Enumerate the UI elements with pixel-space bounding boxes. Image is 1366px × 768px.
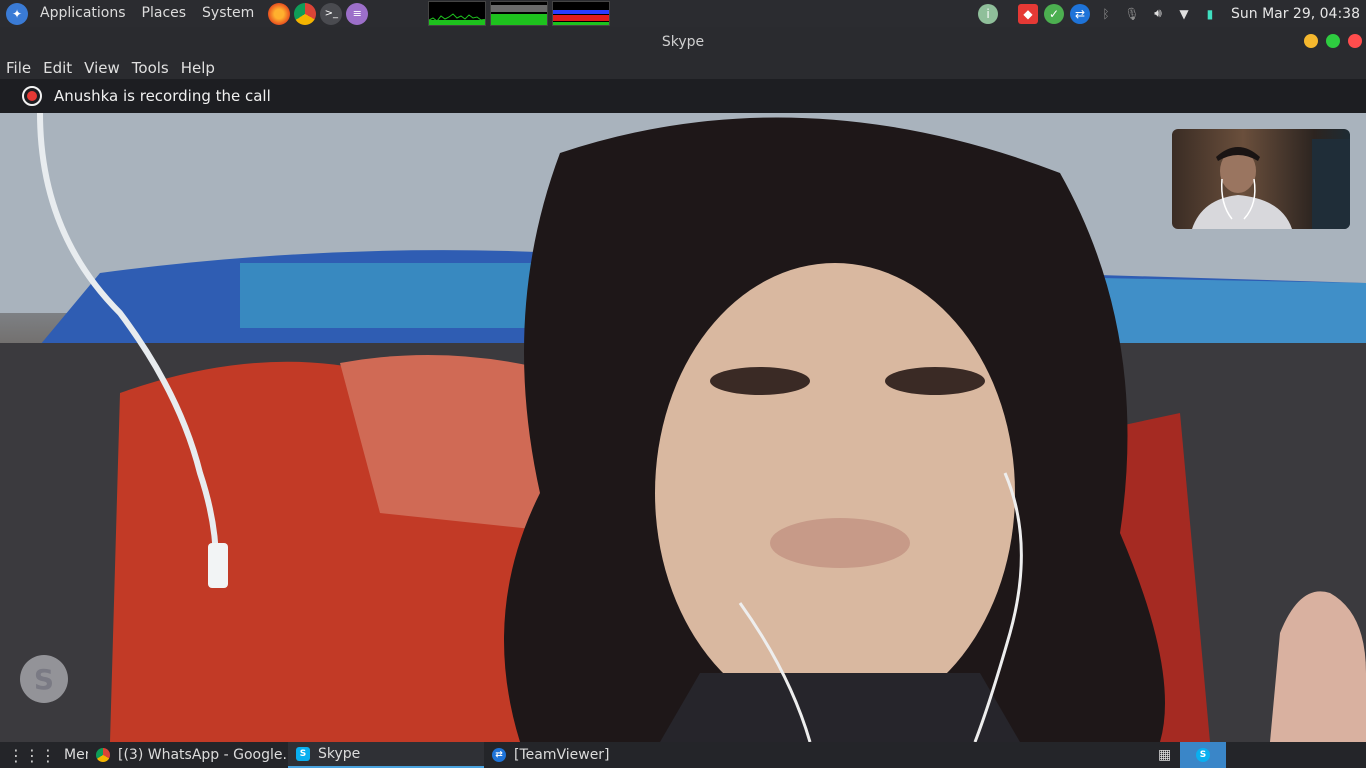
task-whatsapp[interactable]: [(3) WhatsApp - Google... [88,742,288,768]
teamviewer-icon: ⇄ [492,748,506,762]
bluetooth-icon[interactable]: ᛒ [1096,4,1116,24]
app-grid-icon: ⋮⋮⋮ [8,745,56,765]
menu-applications[interactable]: Applications [32,0,134,27]
memory-monitor [490,1,548,26]
terminal-icon[interactable]: >_ [320,2,343,25]
tray-skype-button[interactable]: S [1180,742,1226,768]
network-monitor [552,1,610,26]
menu-help[interactable]: Help [175,59,221,77]
menu-places[interactable]: Places [134,0,195,27]
updates-icon[interactable]: i [977,3,998,24]
task-teamviewer[interactable]: ⇄ [TeamViewer] [484,742,684,768]
chrome-icon [96,748,110,762]
self-video-image [1192,139,1350,229]
recording-icon [22,86,42,106]
window-title: Skype [661,33,705,50]
remote-video-feed[interactable]: S [0,113,1366,742]
distro-logo-icon[interactable]: ✦ [6,2,28,25]
battery-icon[interactable]: ▮ [1200,4,1220,24]
top-panel: ✦ Applications Places System >_ ≡ i ◆ ✓ … [0,0,1366,27]
system-tray: i ◆ ✓ ⇄ ᛒ 🎙︎ 🔊︎ ▼ ▮ Sun Mar 29, 04:38 [975,0,1366,27]
menu-edit[interactable]: Edit [37,59,78,77]
app-menubar: File Edit View Tools Help [0,56,1366,79]
memory-graph [491,5,547,25]
minimize-button[interactable] [1304,34,1318,48]
skype-icon: S [1196,748,1210,762]
taskbar: ⋮⋮⋮ Menu [(3) WhatsApp - Google... S Sky… [0,742,1366,768]
menu-tools[interactable]: Tools [126,59,175,77]
skype-icon: S [296,747,310,761]
workspace-switcher-icon[interactable]: ▦ [1152,742,1180,768]
window-titlebar[interactable]: Skype [0,27,1366,56]
microphone-icon[interactable]: 🎙︎ [1122,4,1142,24]
task-skype[interactable]: S Skype [288,742,484,768]
menu-file[interactable]: File [0,59,37,77]
task-label: [TeamViewer] [514,747,610,763]
skype-watermark-icon: S [20,655,68,703]
close-button[interactable] [1348,34,1362,48]
check-icon[interactable]: ✓ [1043,3,1064,24]
maximize-button[interactable] [1326,34,1340,48]
recording-text: Anushka is recording the call [54,87,271,105]
cpu-graph [429,13,485,25]
wifi-icon[interactable]: ▼ [1174,4,1194,24]
recording-banner: Anushka is recording the call [0,79,1366,113]
panel-clock[interactable]: Sun Mar 29, 04:38 [1231,6,1360,22]
task-label: Skype [318,746,361,762]
chrome-icon[interactable] [294,2,317,25]
remote-video-image [0,113,1366,742]
text-editor-icon[interactable]: ≡ [346,2,369,25]
menu-view[interactable]: View [78,59,126,77]
window-controls [1304,34,1362,48]
self-video-preview[interactable] [1172,129,1350,229]
network-graph [553,10,609,25]
anydesk-icon[interactable]: ◆ [1017,3,1038,24]
volume-icon[interactable]: 🔊︎ [1148,4,1168,24]
cpu-monitor [428,1,486,26]
menu-system[interactable]: System [194,0,262,27]
menu-button-label: Menu [64,747,88,763]
firefox-icon[interactable] [268,2,291,25]
menu-button[interactable]: ⋮⋮⋮ Menu [0,742,88,768]
teamviewer-icon[interactable]: ⇄ [1069,3,1090,24]
task-label: [(3) WhatsApp - Google... [118,747,288,763]
